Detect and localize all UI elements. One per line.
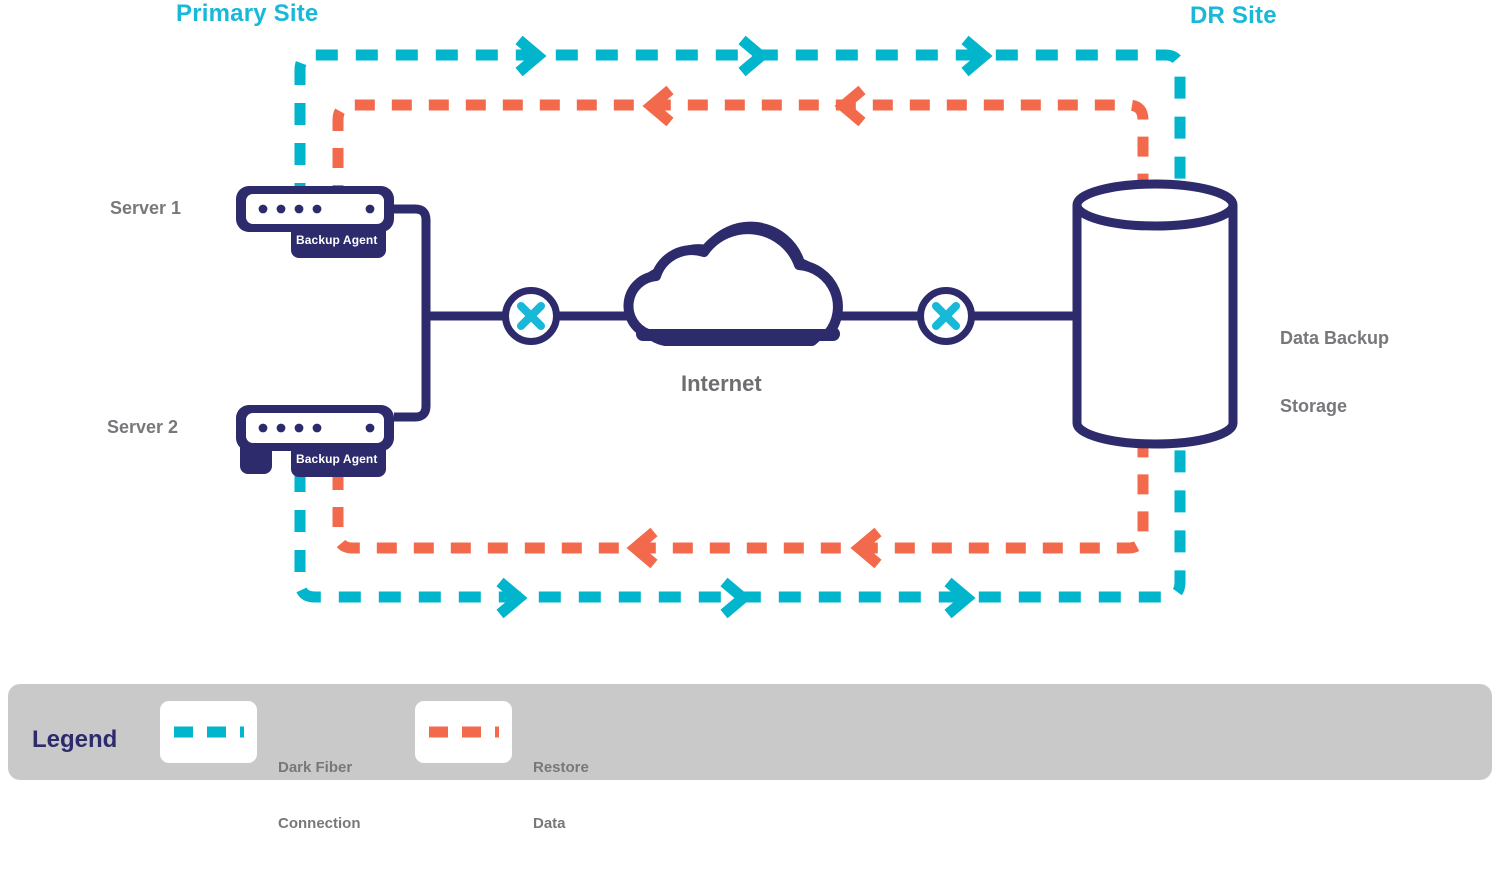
server-1-backup-agent-label: Backup Agent	[296, 233, 378, 247]
legend-panel-bg	[8, 684, 1492, 780]
legend-item-1-line2: Data	[533, 814, 566, 832]
router-right-icon	[917, 287, 975, 345]
flow-dark-fiber-bottom	[294, 450, 1186, 619]
legend-item-label-0: Dark Fiber Connection	[278, 721, 361, 871]
arrow-right-icon	[720, 577, 752, 619]
server-1-icon	[236, 186, 394, 258]
flow-dark-fiber-top	[294, 35, 1186, 205]
storage-label-line1: Data Backup	[1280, 328, 1390, 348]
arrow-right-icon	[738, 35, 770, 77]
flow-restore-bottom	[332, 448, 1149, 569]
diagram-canvas: Primary Site DR Site Server 1 Server 2 B…	[0, 0, 1500, 832]
router-left-icon	[502, 287, 560, 345]
storage-label-line2: Storage	[1280, 395, 1348, 416]
server-2-backup-agent-label: Backup Agent	[296, 452, 378, 466]
server-2-label: Server 2	[107, 417, 179, 437]
flow-restore-top	[332, 85, 1149, 205]
internet-label: Internet	[681, 371, 762, 396]
server-2-icon	[236, 405, 394, 477]
legend-item-0-line2: Connection	[278, 814, 361, 832]
legend-item-1-line1: Restore	[533, 758, 589, 776]
legend-item-0-line1: Dark Fiber	[278, 758, 353, 776]
dr-site-title: DR Site	[1190, 2, 1277, 29]
legend-item-label-1: Restore Data	[533, 721, 589, 871]
primary-site-title: Primary Site	[176, 0, 319, 27]
server-1-label: Server 1	[110, 198, 182, 218]
storage-label: Data Backup Storage	[1280, 282, 1389, 462]
cloud-icon	[623, 221, 843, 346]
storage-cylinder-icon	[1072, 179, 1238, 449]
legend-title: Legend	[32, 726, 118, 753]
